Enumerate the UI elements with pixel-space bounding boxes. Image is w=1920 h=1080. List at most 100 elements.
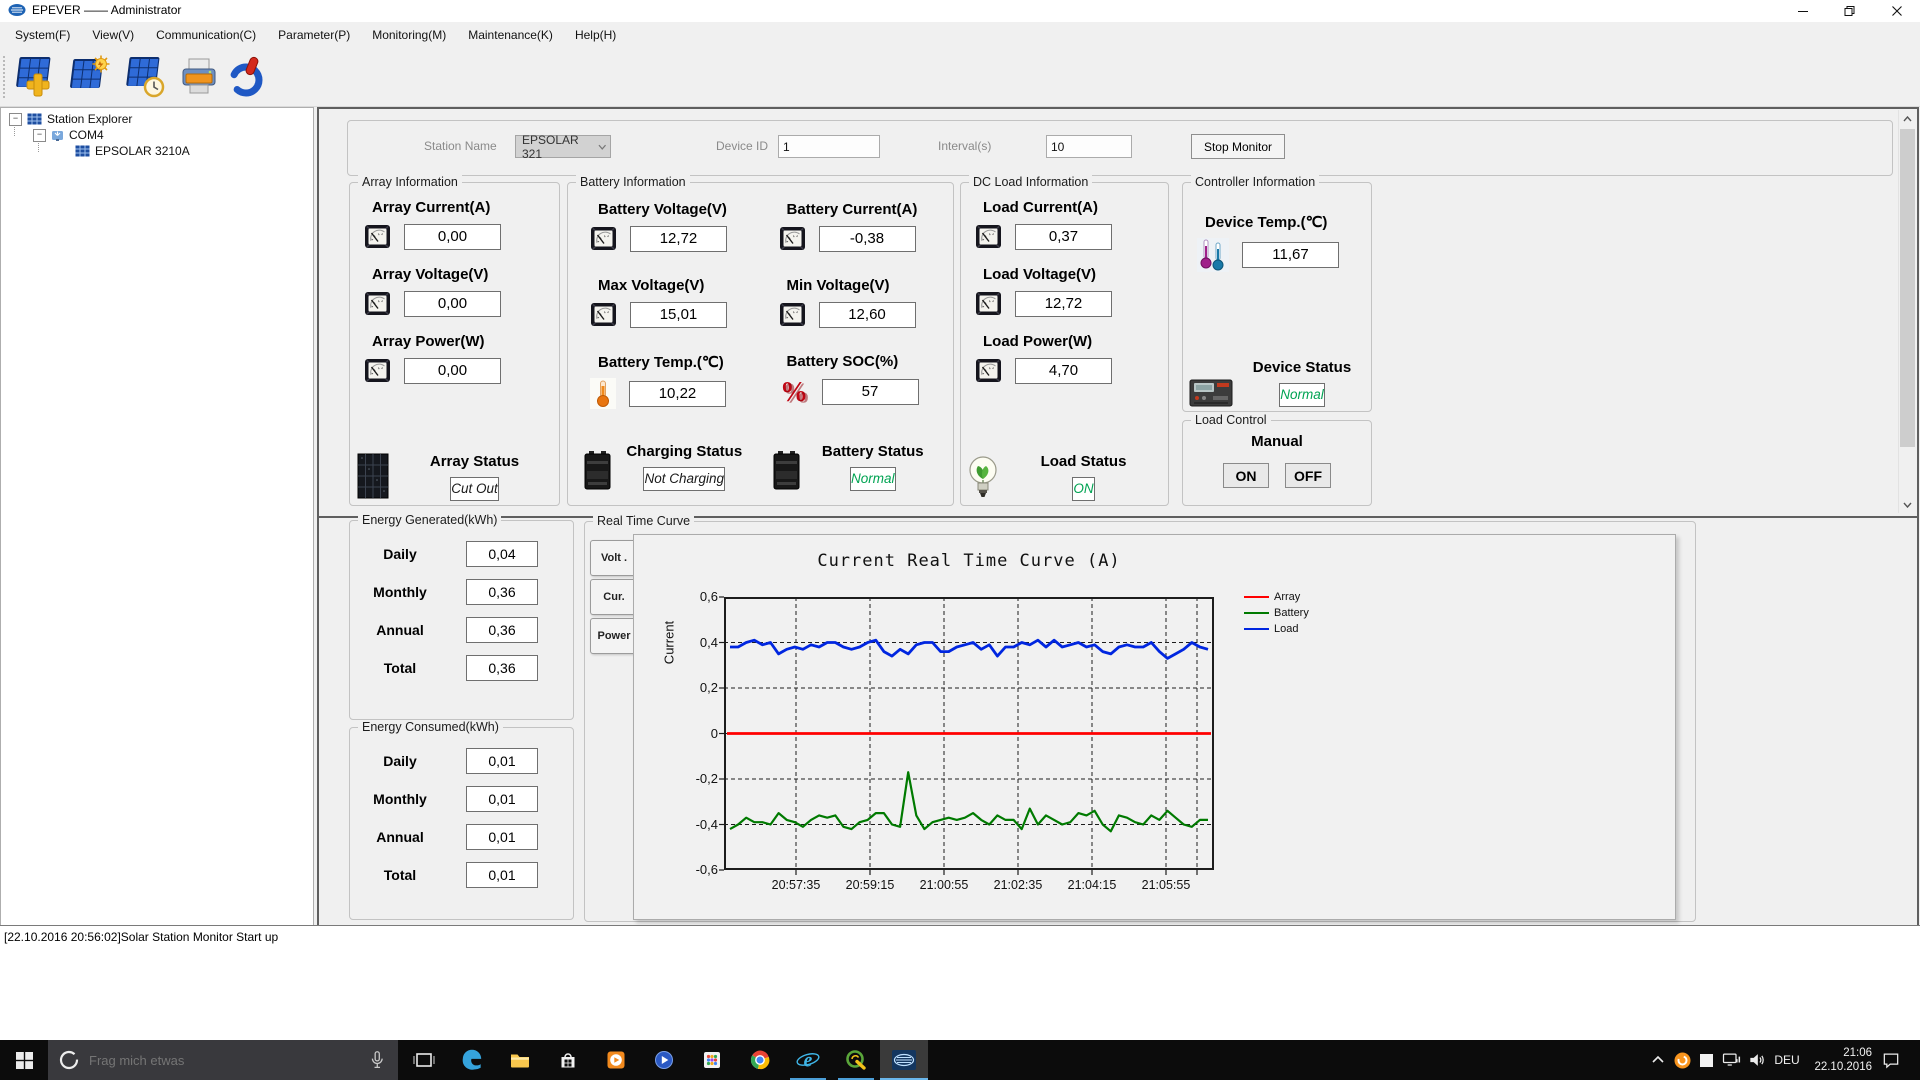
legend-label: Load <box>1274 623 1299 635</box>
taskbar-task-view-button[interactable] <box>400 1040 448 1080</box>
print-button[interactable] <box>175 52 223 102</box>
status-device-status: Device Status Normal <box>1183 359 1371 411</box>
interval-input[interactable] <box>1046 135 1132 158</box>
window-title: EPEVER —— Administrator <box>32 3 182 17</box>
menu-system-f[interactable]: System(F) <box>4 24 81 46</box>
scroll-up-arrow[interactable] <box>1899 110 1916 127</box>
menu-view-v[interactable]: View(V) <box>81 24 145 46</box>
meter-icon <box>365 225 390 248</box>
clock-glyph <box>143 76 165 98</box>
tray-app-orange-icon[interactable] <box>1670 1040 1694 1080</box>
menu-help-h[interactable]: Help(H) <box>564 24 627 46</box>
y-tick-label: -0,4 <box>695 816 718 832</box>
value-box: 12,72 <box>630 225 727 252</box>
monitor-panel: Station Name EPSOLAR 321 Device ID Inter… <box>317 107 1919 518</box>
curve-tab-volt[interactable]: Volt . <box>590 540 638 576</box>
taskbar-edge-app[interactable] <box>448 1040 496 1080</box>
volume-icon[interactable] <box>1744 1040 1770 1080</box>
scroll-down-arrow[interactable] <box>1899 496 1916 513</box>
start-button[interactable] <box>0 1040 48 1080</box>
task-view-icon <box>413 1053 435 1067</box>
menu-maintenance-k[interactable]: Maintenance(K) <box>457 24 564 46</box>
com-port-icon <box>52 130 63 141</box>
energy-label: Total <box>383 867 417 883</box>
meter-icon <box>591 227 616 250</box>
value-box: 11,67 <box>1242 242 1339 268</box>
menu-monitoring-m[interactable]: Monitoring(M) <box>361 24 457 46</box>
realtime-monitor-button[interactable] <box>120 52 168 102</box>
movies-app-icon <box>655 1051 673 1069</box>
stop-monitor-button[interactable]: Stop Monitor <box>1191 134 1285 159</box>
clock[interactable]: 21:06 22.10.2016 <box>1806 1040 1872 1080</box>
battery-icon <box>773 451 799 490</box>
taskbar-chrome-app[interactable] <box>736 1040 784 1080</box>
solar-panel-icon <box>357 453 389 499</box>
curve-tab-cur[interactable]: Cur. <box>590 579 638 615</box>
station-name-dropdown[interactable]: EPSOLAR 321 <box>515 133 611 161</box>
power-button[interactable] <box>226 52 268 102</box>
internet-explorer-icon: e <box>796 1051 820 1072</box>
metric-label: Battery SOC(%) <box>786 353 899 370</box>
chart-container: Current Real Time Curve (A) Current Arra… <box>633 534 1676 920</box>
vertical-scrollbar[interactable] <box>1898 110 1916 513</box>
media-player-icon <box>607 1051 625 1069</box>
collapse-toggle-icon[interactable]: − <box>33 128 46 142</box>
manual-label: Manual <box>1251 433 1303 450</box>
status-value: Normal <box>1279 383 1325 407</box>
device-icon <box>75 145 90 157</box>
collapse-toggle-icon[interactable]: − <box>9 112 22 126</box>
load-on-button[interactable]: ON <box>1223 463 1269 488</box>
status-label: Charging Status <box>626 443 743 460</box>
search-input[interactable] <box>87 1051 366 1069</box>
network-icon[interactable] <box>1718 1040 1744 1080</box>
search-box[interactable] <box>48 1040 398 1080</box>
group-title: Load Control <box>1191 413 1271 427</box>
restore-button[interactable] <box>1826 0 1873 22</box>
device-id-input[interactable] <box>778 135 880 158</box>
load-control-group: Load Control Manual ON OFF <box>1182 413 1372 506</box>
metric-label: Load Current(A) <box>983 199 1098 216</box>
taskbar-apps-grid-app[interactable] <box>688 1040 736 1080</box>
taskbar: e DEU 21:06 22.10.2016 <box>0 1040 1920 1080</box>
minimize-button[interactable] <box>1779 0 1826 22</box>
tree-node-station-explorer[interactable]: − Station Explorer <box>9 111 132 127</box>
taskbar-internet-explorer-app[interactable]: e <box>784 1040 832 1080</box>
taskbar-solar-app-app[interactable] <box>832 1040 880 1080</box>
close-button[interactable] <box>1873 0 1920 22</box>
tray-chevron-icon[interactable] <box>1646 1040 1670 1080</box>
taskbar-store-app[interactable] <box>544 1040 592 1080</box>
group-title: Energy Consumed(kWh) <box>358 720 503 734</box>
curve-tab-power[interactable]: Power <box>590 618 638 654</box>
value-box: -0,38 <box>818 225 916 252</box>
tree-node-com4[interactable]: − COM4 <box>33 127 104 143</box>
taskbar-media-player-app[interactable] <box>592 1040 640 1080</box>
dual-thermometer-icon <box>1197 238 1229 272</box>
menu-communication-c[interactable]: Communication(C) <box>145 24 267 46</box>
meter-icon <box>779 303 805 326</box>
toolbar-drag-handle[interactable] <box>3 56 5 98</box>
station-config-button[interactable] <box>65 52 113 102</box>
energy-row-daily: Daily 0,01 <box>350 748 573 774</box>
scrollbar-thumb[interactable] <box>1900 129 1915 447</box>
edge-icon <box>462 1049 482 1070</box>
metric-array-voltage-v: Array Voltage(V) 0,00 <box>350 266 559 317</box>
taskbar-file-explorer-app[interactable] <box>496 1040 544 1080</box>
add-station-button[interactable] <box>10 52 58 102</box>
dc-load-information-group: DC Load Information Load Current(A) 0,37 L… <box>960 175 1169 506</box>
energy-consumed-group: Energy Consumed(kWh) Daily 0,01 Monthly 0,0… <box>349 720 574 920</box>
tree-label: Station Explorer <box>47 112 133 126</box>
tree-node-epsolar-3210a[interactable]: EPSOLAR 3210A <box>75 143 190 159</box>
load-off-button[interactable]: OFF <box>1285 463 1331 488</box>
array-information-group: Array Information Array Current(A) 0,00 Ar… <box>349 175 560 506</box>
metric-load-voltage-v: Load Voltage(V) 12,72 <box>961 266 1168 317</box>
language-indicator[interactable]: DEU <box>1768 1040 1806 1080</box>
x-tick-label: 21:02:35 <box>993 878 1043 892</box>
microphone-icon[interactable] <box>366 1049 388 1071</box>
menu-parameter-p[interactable]: Parameter(P) <box>267 24 361 46</box>
meter-icon <box>591 303 616 326</box>
taskbar-epever-monitor-app[interactable] <box>880 1040 928 1080</box>
action-center-icon[interactable] <box>1876 1040 1906 1080</box>
tray-app-window-icon[interactable] <box>1694 1040 1718 1080</box>
taskbar-movies-app-app[interactable] <box>640 1040 688 1080</box>
energy-value-box: 0,36 <box>466 617 538 643</box>
